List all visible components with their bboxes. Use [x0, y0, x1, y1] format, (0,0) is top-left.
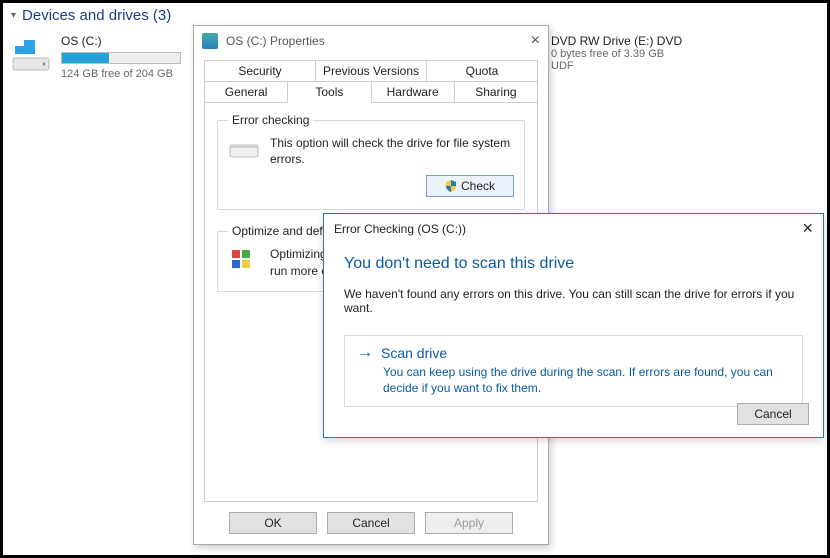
dialog-message: We haven't found any errors on this driv…	[344, 287, 803, 315]
group-header-label: Devices and drives (3)	[22, 7, 171, 24]
group-legend: Error checking	[228, 113, 313, 127]
tab-previous-versions[interactable]: Previous Versions	[315, 60, 427, 81]
drive-icon	[11, 34, 51, 74]
drive-free-text: 124 GB free of 204 GB	[61, 68, 181, 80]
cancel-button[interactable]: Cancel	[327, 512, 415, 534]
tab-general[interactable]: General	[204, 81, 288, 103]
tab-tools[interactable]: Tools	[287, 81, 371, 103]
tab-quota[interactable]: Quota	[426, 60, 538, 81]
tab-security[interactable]: Security	[204, 60, 316, 81]
scan-drive-option[interactable]: → Scan drive You can keep using the driv…	[344, 335, 803, 407]
arrow-right-icon: →	[357, 344, 373, 362]
drive-capacity-bar	[61, 52, 181, 64]
drive-icon	[202, 33, 218, 49]
tab-sharing[interactable]: Sharing	[454, 81, 538, 103]
drive-check-icon	[228, 135, 260, 161]
ok-button[interactable]: OK	[229, 512, 317, 534]
tab-hardware[interactable]: Hardware	[371, 81, 455, 103]
check-button[interactable]: Check	[426, 175, 514, 197]
drive-title: OS (C:)	[61, 34, 181, 48]
dialog-titlebar[interactable]: Error Checking (OS (C:)) ×	[324, 214, 823, 243]
scan-drive-desc: You can keep using the drive during the …	[383, 364, 790, 396]
close-icon[interactable]: ×	[531, 32, 540, 50]
scan-drive-title: Scan drive	[381, 345, 447, 361]
error-checking-dialog: Error Checking (OS (C:)) × You don't nee…	[323, 213, 824, 438]
group-header-devices[interactable]: ▾ Devices and drives (3)	[11, 7, 819, 24]
chevron-down-icon: ▾	[11, 10, 16, 21]
group-error-checking: Error checking This option will check th…	[217, 113, 525, 210]
shield-icon	[445, 180, 457, 192]
dialog-titlebar[interactable]: OS (C:) Properties ×	[194, 26, 548, 56]
dialog-title: OS (C:) Properties	[226, 34, 325, 48]
apply-button[interactable]: Apply	[425, 512, 513, 534]
defrag-icon	[228, 246, 260, 272]
cancel-button[interactable]: Cancel	[737, 403, 809, 425]
close-icon[interactable]: ×	[802, 218, 813, 239]
dialog-heading: You don't need to scan this drive	[344, 255, 803, 273]
group-text: This option will check the drive for fil…	[270, 135, 514, 167]
drive-title: DVD RW Drive (E:) DVD	[551, 34, 682, 48]
drive-free-text: 0 bytes free of 3.39 GB	[551, 48, 682, 60]
drive-fs-text: UDF	[551, 60, 682, 72]
dialog-title: Error Checking (OS (C:))	[334, 222, 466, 236]
